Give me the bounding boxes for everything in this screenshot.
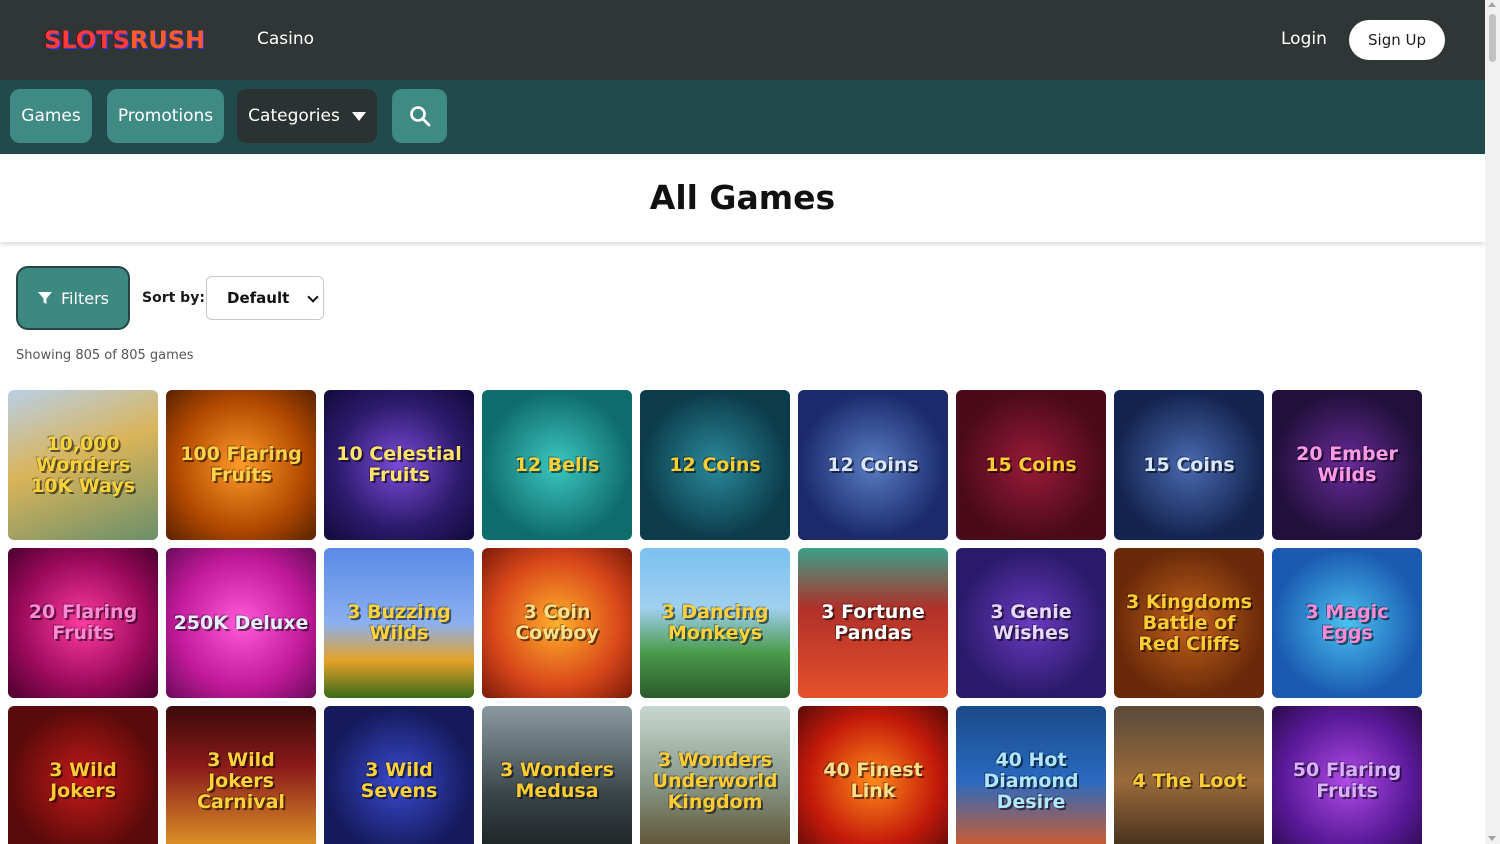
filter-icon (38, 292, 53, 304)
game-tile[interactable]: 250K Deluxe (166, 548, 316, 698)
game-tile[interactable]: 3 Coin Cowboy (482, 548, 632, 698)
page: SLOTSRUSH Casino Login Sign Up Games Pro… (0, 0, 1500, 844)
nav-categories-dropdown[interactable]: Categories (237, 89, 377, 143)
game-title: 3 Wonders Underworld Kingdom (652, 748, 778, 813)
game-title: 100 Flaring Fruits (180, 443, 302, 486)
scroll-up-icon[interactable] (1488, 2, 1496, 7)
game-tile[interactable]: 12 Coins (798, 390, 948, 540)
scroll-down-icon[interactable] (1488, 836, 1496, 841)
page-title: All Games (649, 178, 836, 217)
game-tile[interactable]: 40 Finest Link (798, 706, 948, 844)
sort-select[interactable]: Default (206, 276, 324, 320)
game-title: 4 The Loot (1132, 769, 1246, 792)
scrollbar-thumb[interactable] (1489, 14, 1496, 62)
game-tile[interactable]: 3 Wonders Underworld Kingdom (640, 706, 790, 844)
game-tile[interactable]: 12 Bells (482, 390, 632, 540)
game-title: 10,000 Wonders 10K Ways (31, 432, 135, 497)
game-tile[interactable]: 3 Magic Eggs (1272, 548, 1422, 698)
game-tile[interactable]: 40 Hot Diamond Desire (956, 706, 1106, 844)
game-tile[interactable]: 10 Celestial Fruits (324, 390, 474, 540)
game-title: 3 Fortune Pandas (821, 601, 925, 644)
nav-promotions-button[interactable]: Promotions (107, 89, 224, 143)
game-title: 3 Wild Jokers Carnival (197, 748, 285, 813)
game-title: 12 Bells (514, 453, 600, 476)
game-title: 3 Wild Jokers (49, 759, 117, 802)
game-title: 40 Finest Link (823, 759, 923, 802)
game-tile[interactable]: 3 Wild Jokers Carnival (166, 706, 316, 844)
game-tile[interactable]: 20 Ember Wilds (1272, 390, 1422, 540)
game-title: 3 Magic Eggs (1305, 601, 1389, 644)
nav-games-button[interactable]: Games (10, 89, 92, 143)
game-tile[interactable]: 3 Kingdoms Battle of Red Cliffs (1114, 548, 1264, 698)
login-link[interactable]: Login (1281, 29, 1327, 49)
game-tile[interactable]: 50 Flaring Fruits (1272, 706, 1422, 844)
logo[interactable]: SLOTSRUSH (44, 26, 205, 54)
chevron-down-icon (307, 291, 319, 303)
filters-label: Filters (61, 288, 109, 308)
game-title: 250K Deluxe (173, 611, 309, 634)
filters-button[interactable]: Filters (16, 266, 130, 330)
game-title: 12 Coins (669, 453, 761, 476)
caret-down-icon (351, 111, 366, 121)
search-icon (409, 106, 430, 127)
game-title: 10 Celestial Fruits (336, 443, 462, 486)
game-title: 3 Kingdoms Battle of Red Cliffs (1126, 590, 1252, 655)
game-tile[interactable]: 3 Fortune Pandas (798, 548, 948, 698)
nav-games-label: Games (21, 106, 81, 126)
game-tile[interactable]: 3 Dancing Monkeys (640, 548, 790, 698)
game-tile[interactable]: 3 Genie Wishes (956, 548, 1106, 698)
game-title: 15 Coins (1143, 453, 1235, 476)
game-title: 20 Flaring Fruits (28, 601, 138, 644)
sort-value: Default (227, 289, 290, 307)
game-tile[interactable]: 3 Wonders Medusa (482, 706, 632, 844)
game-tile[interactable]: 15 Coins (1114, 390, 1264, 540)
nav-categories-label: Categories (248, 106, 340, 126)
game-title: 3 Genie Wishes (990, 601, 1072, 644)
game-tile[interactable]: 3 Wild Sevens (324, 706, 474, 844)
game-title: 3 Buzzing Wilds (347, 601, 451, 644)
sort-label: Sort by: (142, 290, 205, 306)
title-band: All Games (0, 154, 1485, 242)
scrollbar[interactable] (1485, 0, 1500, 844)
logo-part-2: RUSH (129, 26, 206, 54)
game-tile[interactable]: 4 The Loot (1114, 706, 1264, 844)
game-title: 3 Wonders Medusa (500, 759, 614, 802)
game-tile[interactable]: 20 Flaring Fruits (8, 548, 158, 698)
search-button[interactable] (392, 89, 447, 143)
game-tile[interactable]: 12 Coins (640, 390, 790, 540)
logo-part-1: SLOTS (44, 26, 130, 54)
game-title: 50 Flaring Fruits (1292, 759, 1402, 802)
results-count: Showing 805 of 805 games (16, 348, 194, 363)
game-tile[interactable]: 100 Flaring Fruits (166, 390, 316, 540)
game-tile[interactable]: 10,000 Wonders 10K Ways (8, 390, 158, 540)
game-title: 3 Wild Sevens (360, 759, 438, 802)
nav-promotions-label: Promotions (117, 106, 214, 126)
sign-up-button[interactable]: Sign Up (1349, 20, 1445, 60)
nav-bar: Games Promotions Categories (0, 80, 1485, 154)
game-title: 12 Coins (827, 453, 919, 476)
top-bar: SLOTSRUSH Casino Login Sign Up (0, 0, 1485, 80)
game-title: 3 Dancing Monkeys (661, 601, 769, 644)
game-tile[interactable]: 3 Wild Jokers (8, 706, 158, 844)
game-title: 20 Ember Wilds (1296, 443, 1398, 486)
game-title: 15 Coins (985, 453, 1077, 476)
game-title: 40 Hot Diamond Desire (983, 748, 1079, 813)
game-tile[interactable]: 3 Buzzing Wilds (324, 548, 474, 698)
game-tile[interactable]: 15 Coins (956, 390, 1106, 540)
game-title: 3 Coin Cowboy (515, 601, 599, 644)
casino-link[interactable]: Casino (257, 29, 314, 49)
